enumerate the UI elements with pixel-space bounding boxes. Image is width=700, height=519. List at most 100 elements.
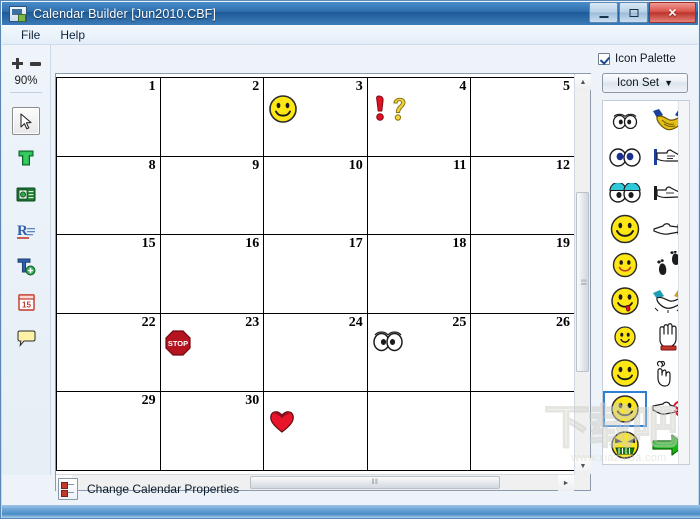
calendar-cell[interactable]: 1: [57, 78, 161, 157]
smiley-small-icon[interactable]: [603, 247, 647, 283]
icon-palette-checkbox[interactable]: Icon Palette: [598, 53, 676, 65]
angry-face-icon[interactable]: [603, 427, 647, 463]
palette-scrollbar[interactable]: [678, 101, 689, 464]
icon-palette-list[interactable]: [602, 100, 690, 465]
calendar-cell[interactable]: 19: [471, 235, 574, 314]
checkbox-checked-icon[interactable]: [598, 53, 610, 65]
calendar-cell[interactable]: 23 STOP: [160, 313, 265, 393]
day-number: 5: [562, 79, 570, 94]
scroll-down-icon[interactable]: ▼: [575, 458, 591, 474]
day-number: 16: [245, 236, 260, 252]
select-arrow-tool[interactable]: [12, 107, 40, 135]
tool-rail: 90% R 15: [2, 45, 51, 475]
title-bar: Calendar Builder [Jun2010.CBF] ✕: [2, 2, 698, 25]
calendar-cell[interactable]: 9: [160, 156, 265, 236]
icon-set-button[interactable]: Icon Set ▼: [602, 73, 688, 93]
calendar-cell[interactable]: 3: [264, 78, 368, 157]
calendar-cell[interactable]: 2: [160, 78, 265, 157]
vertical-scroll-thumb[interactable]: ‖‖: [576, 192, 589, 372]
tool-list: R 15: [2, 107, 50, 361]
calendar-cell[interactable]: 8: [57, 156, 161, 236]
day-number: 30: [245, 393, 260, 409]
icon-palette-panel: Icon Palette Icon Set ▼: [594, 45, 698, 475]
calendar-cell[interactable]: [471, 392, 574, 471]
day-number: 15: [141, 236, 156, 252]
calendar-cell[interactable]: [264, 392, 368, 471]
minimize-button[interactable]: [589, 2, 618, 23]
image-tool[interactable]: [13, 181, 39, 207]
text-tool[interactable]: [13, 145, 39, 171]
day-number: 23: [245, 314, 260, 330]
date-tool[interactable]: 15: [13, 289, 39, 315]
calendar-cell[interactable]: 12: [471, 156, 574, 236]
stop-sign-icon[interactable]: STOP: [164, 330, 191, 356]
calendar-cell[interactable]: [367, 392, 472, 471]
heart-icon[interactable]: [268, 408, 296, 434]
scroll-up-icon[interactable]: ▲: [575, 74, 591, 90]
window-controls: ✕: [589, 2, 696, 23]
day-number: 18: [452, 236, 467, 252]
calendar-properties-icon: [58, 478, 78, 500]
zoom-out-icon[interactable]: [29, 61, 41, 66]
app-icon: [9, 5, 27, 22]
exclaim-question-icon[interactable]: [372, 94, 418, 124]
calendar-cell[interactable]: 29: [57, 392, 161, 471]
calendar-cell[interactable]: 15: [57, 235, 161, 314]
smiley-plain-icon[interactable]: [603, 355, 647, 391]
calendar-grid: 1 2 3 4 5 8 9 10 11 12 15 16 17 18 19 22…: [56, 77, 574, 471]
menu-item-file[interactable]: File: [12, 26, 49, 44]
day-number: 4: [459, 79, 467, 94]
t-plus-icon: [17, 258, 36, 275]
icon-palette-label: Icon Palette: [615, 53, 676, 65]
icon-set-label: Icon Set: [616, 77, 660, 89]
calendar-cell[interactable]: 10: [264, 156, 368, 236]
calendar-cell[interactable]: 11: [367, 156, 472, 236]
smiley-icon[interactable]: [268, 94, 298, 124]
smiley-selected-icon[interactable]: [603, 391, 647, 427]
green-t-icon: [18, 150, 34, 166]
calendar-vertical-scrollbar[interactable]: ▲ ‖‖ ▼: [574, 74, 591, 474]
menu-bar: File Help: [2, 25, 698, 45]
calendar-cell[interactable]: 5: [471, 78, 574, 157]
calendar-cell[interactable]: 24: [264, 313, 368, 393]
calendar-cell[interactable]: 26: [471, 313, 574, 393]
day-number: 12: [555, 157, 570, 173]
day-number: 19: [555, 236, 570, 252]
day-number: 9: [252, 157, 260, 173]
day-number: 25: [452, 314, 467, 330]
close-button[interactable]: ✕: [649, 2, 696, 23]
calendar-cell[interactable]: 25: [367, 313, 472, 393]
calendar-cell[interactable]: 16: [160, 235, 265, 314]
calendar-15-icon: 15: [17, 294, 35, 311]
rich-text-tool[interactable]: R: [13, 217, 39, 243]
zoom-in-icon[interactable]: [11, 58, 23, 70]
menu-item-help[interactable]: Help: [51, 26, 94, 44]
blue-r-icon: R: [17, 223, 35, 239]
calendar-cell[interactable]: 17: [264, 235, 368, 314]
day-number: 3: [355, 79, 363, 94]
eyes-icon[interactable]: [372, 330, 404, 352]
maximize-button[interactable]: [619, 2, 648, 23]
client-area: 90% R 15 1 2 3 4 5 8 9 10 11 12 15 16 17…: [2, 45, 700, 518]
small-eyes-icon[interactable]: [603, 103, 647, 139]
calendar-cell[interactable]: 22: [57, 313, 161, 393]
note-tool[interactable]: [13, 325, 39, 351]
calendar-cell[interactable]: 4: [367, 78, 472, 157]
rail-divider: [10, 92, 42, 93]
icon-grid: [603, 103, 689, 463]
svg-text:STOP: STOP: [167, 339, 187, 348]
change-calendar-properties-link[interactable]: Change Calendar Properties: [87, 482, 239, 496]
smiley-large-icon[interactable]: [603, 211, 647, 247]
calendar-viewport: 1 2 3 4 5 8 9 10 11 12 15 16 17 18 19 22…: [56, 74, 574, 474]
scroll-grip-icon: ‖‖: [578, 278, 586, 286]
cursor-arrow-icon: [19, 112, 32, 129]
close-icon: ✕: [667, 7, 678, 19]
eyes-glasses-icon[interactable]: [603, 175, 647, 211]
calendar-cell[interactable]: 18: [367, 235, 472, 314]
smiley-tongue-icon[interactable]: [603, 283, 647, 319]
day-number: 17: [348, 236, 363, 252]
add-text-tool[interactable]: [13, 253, 39, 279]
smiley-tiny-icon[interactable]: [603, 319, 647, 355]
big-eyes-icon[interactable]: [603, 139, 647, 175]
calendar-cell[interactable]: 30: [160, 392, 265, 471]
